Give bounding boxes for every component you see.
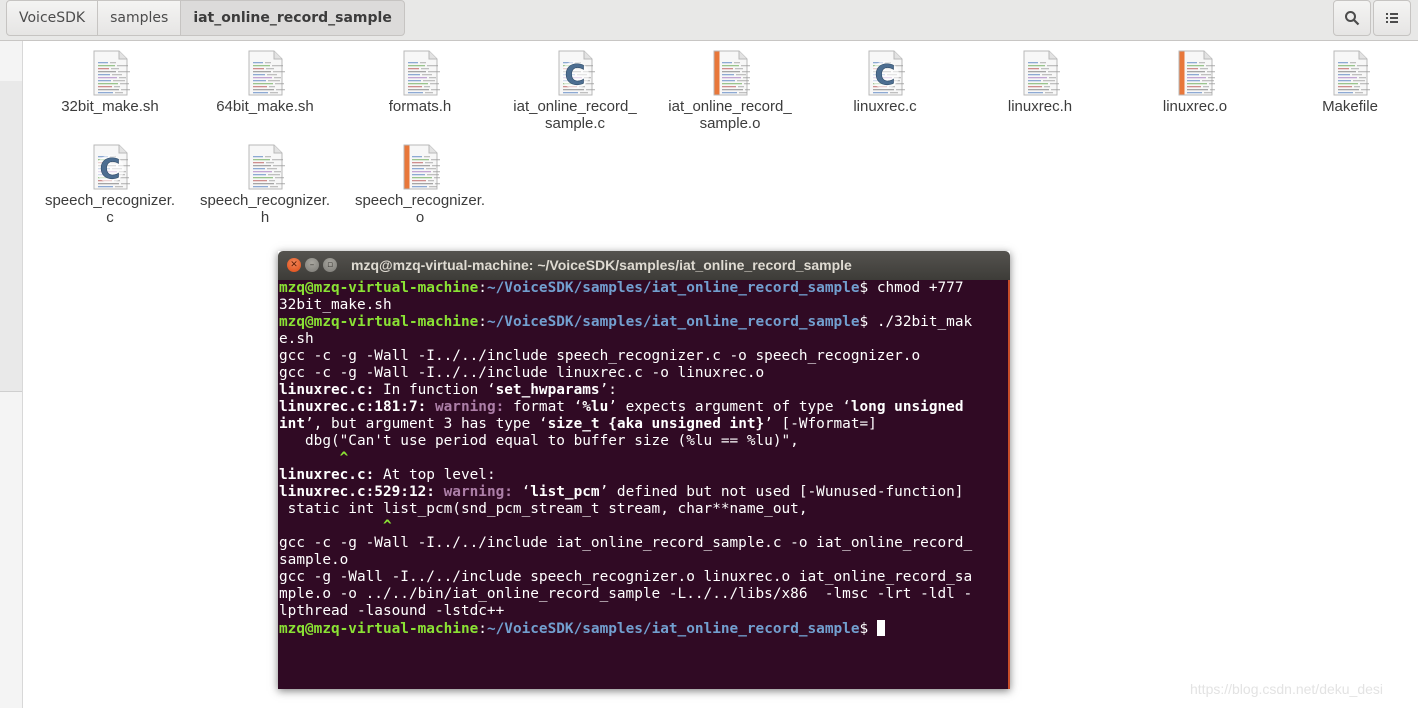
file-item[interactable]: Cspeech_recognizer. c [35, 143, 185, 226]
view-list-button[interactable] [1373, 0, 1411, 36]
file-item[interactable]: 32bit_make.sh [35, 49, 185, 115]
file-name: linuxrec.o [1162, 98, 1228, 115]
file-item[interactable]: formats.h [345, 49, 495, 115]
breadcrumb-voicesdk[interactable]: VoiceSDK [6, 0, 99, 36]
breadcrumb-samples[interactable]: samples [97, 0, 182, 36]
terminal-line: int’, but argument 3 has type ‘size_t {a… [279, 416, 877, 432]
terminal-title: mzq@mzq-virtual-machine: ~/VoiceSDK/samp… [351, 257, 852, 273]
maximize-icon[interactable]: ▫ [323, 258, 337, 272]
terminal-line: mple.o -o ../../bin/iat_online_record_sa… [279, 586, 973, 602]
file-name: 64bit_make.sh [216, 98, 314, 115]
search-button[interactable] [1333, 0, 1371, 36]
object-file-icon [1175, 49, 1221, 97]
terminal-line: mzq@mzq-virtual-machine:~/VoiceSDK/sampl… [279, 314, 973, 330]
terminal-line: lpthread -lasound -lstdc++ [279, 603, 505, 619]
breadcrumb: VoiceSDK samples iat_online_record_sampl… [6, 0, 405, 36]
text-file-icon [400, 49, 442, 97]
terminal-line: gcc -c -g -Wall -I../../include speech_r… [279, 348, 921, 364]
search-icon [1345, 11, 1360, 26]
text-file-icon [245, 143, 287, 191]
minimize-icon[interactable]: – [305, 258, 319, 272]
file-name: 32bit_make.sh [61, 98, 159, 115]
svg-text:C: C [565, 58, 586, 91]
file-name: speech_recognizer. c [44, 192, 176, 226]
file-item[interactable]: Ciat_online_record_ sample.c [500, 49, 650, 132]
file-item[interactable]: speech_recognizer. o [345, 143, 495, 226]
c-source-icon: C [90, 143, 132, 191]
file-name: speech_recognizer. o [354, 192, 486, 226]
file-item[interactable]: linuxrec.h [965, 49, 1115, 115]
terminal-line: linuxrec.c:181:7: warning: format ‘%lu’ … [279, 399, 964, 415]
file-item[interactable]: linuxrec.o [1120, 49, 1270, 115]
text-file-icon [245, 49, 287, 97]
terminal-line: 32bit_make.sh [279, 297, 392, 313]
terminal-window[interactable]: ✕ – ▫ mzq@mzq-virtual-machine: ~/VoiceSD… [278, 251, 1010, 689]
file-item[interactable]: Makefile [1275, 49, 1418, 115]
terminal-cursor [876, 620, 885, 636]
terminal-output[interactable]: mzq@mzq-virtual-machine:~/VoiceSDK/sampl… [278, 280, 1010, 689]
terminal-line: gcc -c -g -Wall -I../../include iat_onli… [279, 535, 973, 551]
text-file-icon [1020, 49, 1062, 97]
file-name: iat_online_record_ sample.o [668, 98, 792, 132]
breadcrumb-current-folder[interactable]: iat_online_record_sample [180, 0, 405, 36]
terminal-line: sample.o [279, 552, 349, 568]
file-name: linuxrec.c [853, 98, 917, 115]
sidebar-selected-region[interactable] [0, 81, 22, 392]
c-source-icon: C [865, 49, 907, 97]
list-view-icon [1386, 13, 1398, 23]
text-file-icon [1330, 49, 1372, 97]
file-item[interactable]: 64bit_make.sh [190, 49, 340, 115]
svg-text:C: C [100, 152, 121, 185]
terminal-line: linuxrec.c: At top level: [279, 467, 496, 483]
terminal-line: dbg("Can't use period equal to buffer si… [279, 433, 799, 449]
terminal-line: linuxrec.c: In function ‘set_hwparams’: [279, 382, 617, 398]
file-name: speech_recognizer. h [199, 192, 331, 226]
terminal-line: mzq@mzq-virtual-machine:~/VoiceSDK/sampl… [279, 620, 1008, 637]
terminal-line: gcc -c -g -Wall -I../../include linuxrec… [279, 365, 765, 381]
terminal-line: ^ [339, 450, 349, 466]
c-source-icon: C [555, 49, 597, 97]
file-name: Makefile [1322, 98, 1378, 115]
terminal-line: linuxrec.c:529:12: warning: ‘list_pcm’ d… [279, 484, 964, 500]
file-item[interactable]: iat_online_record_ sample.o [655, 49, 805, 132]
terminal-titlebar[interactable]: ✕ – ▫ mzq@mzq-virtual-machine: ~/VoiceSD… [278, 251, 1010, 280]
terminal-line: mzq@mzq-virtual-machine:~/VoiceSDK/sampl… [279, 280, 973, 296]
sidebar [0, 41, 23, 708]
terminal-line: gcc -g -Wall -I../../include speech_reco… [279, 569, 973, 585]
terminal-line: ^ [382, 518, 392, 534]
file-item[interactable]: speech_recognizer. h [190, 143, 340, 226]
svg-text:C: C [875, 58, 896, 91]
object-file-icon [710, 49, 756, 97]
watermark: https://blog.csdn.net/deku_desi [1190, 681, 1384, 697]
text-file-icon [90, 49, 132, 97]
file-name: linuxrec.h [1007, 98, 1073, 115]
close-icon[interactable]: ✕ [287, 258, 301, 272]
header-bar: VoiceSDK samples iat_online_record_sampl… [0, 0, 1418, 41]
terminal-line: static int list_pcm(snd_pcm_stream_t str… [279, 501, 808, 517]
file-name: iat_online_record_ sample.c [513, 98, 637, 132]
terminal-line: e.sh [279, 331, 314, 347]
object-file-icon [400, 143, 446, 191]
file-name: formats.h [388, 98, 452, 115]
file-item[interactable]: Clinuxrec.c [810, 49, 960, 115]
